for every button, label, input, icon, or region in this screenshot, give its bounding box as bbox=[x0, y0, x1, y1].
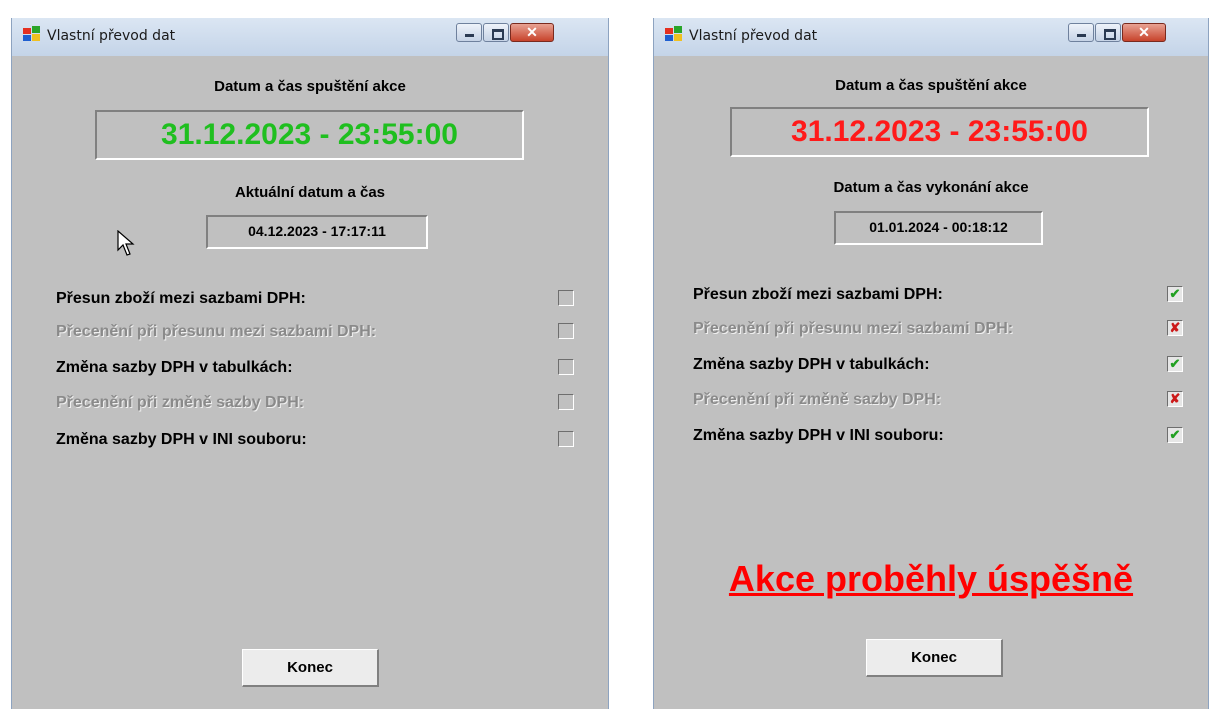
maximize-icon bbox=[1096, 24, 1120, 41]
start-datetime-display: 31.12.2023 - 23:55:00 bbox=[95, 110, 524, 160]
close-icon: ✕ bbox=[1138, 24, 1150, 40]
maximize-icon bbox=[484, 24, 508, 41]
option-label: Přecenění při přesunu mezi sazbami DPH: bbox=[693, 320, 1014, 337]
app-icon bbox=[23, 26, 40, 41]
option-checkbox[interactable] bbox=[558, 394, 574, 410]
konec-button[interactable]: Konec bbox=[242, 649, 379, 687]
mouse-cursor-icon bbox=[117, 230, 135, 256]
success-check-icon[interactable]: ✔ bbox=[1167, 286, 1183, 302]
success-check-icon[interactable]: ✔ bbox=[1167, 356, 1183, 372]
window-title: Vlastní převod dat bbox=[689, 28, 818, 44]
option-checkbox[interactable] bbox=[558, 359, 574, 375]
right-window: Vlastní převod dat ✕ Datum a čas spuštěn… bbox=[653, 18, 1209, 709]
minimize-button[interactable] bbox=[456, 23, 482, 42]
start-datetime-label: Datum a čas spuštění akce bbox=[835, 77, 1027, 94]
maximize-button[interactable] bbox=[483, 23, 509, 42]
option-label: Změna sazby DPH v INI souboru: bbox=[56, 431, 307, 448]
exec-datetime-label: Datum a čas vykonání akce bbox=[833, 179, 1029, 196]
option-label: Přecenění při změně sazby DPH: bbox=[56, 394, 305, 411]
success-check-icon[interactable]: ✔ bbox=[1167, 427, 1183, 443]
close-button[interactable]: ✕ bbox=[1122, 23, 1166, 42]
failed-cross-icon[interactable]: ✘ bbox=[1167, 320, 1183, 336]
minimize-icon bbox=[457, 24, 481, 41]
success-message: Akce proběhly úspěšně bbox=[728, 558, 1134, 599]
option-label: Přecenění při přesunu mezi sazbami DPH: bbox=[56, 323, 377, 340]
left-window: Vlastní převod dat ✕ Datum a čas spuštěn… bbox=[11, 18, 609, 709]
close-button[interactable]: ✕ bbox=[510, 23, 554, 42]
close-icon: ✕ bbox=[526, 24, 538, 40]
start-datetime-display: 31.12.2023 - 23:55:00 bbox=[730, 107, 1149, 157]
app-icon bbox=[665, 26, 682, 41]
option-label: Přesun zboží mezi sazbami DPH: bbox=[56, 290, 306, 307]
maximize-button[interactable] bbox=[1095, 23, 1121, 42]
failed-cross-icon[interactable]: ✘ bbox=[1167, 391, 1183, 407]
option-label: Změna sazby DPH v tabulkách: bbox=[56, 359, 293, 376]
option-label: Přesun zboží mezi sazbami DPH: bbox=[693, 286, 943, 303]
minimize-button[interactable] bbox=[1068, 23, 1094, 42]
title-bar[interactable]: Vlastní převod dat ✕ bbox=[12, 18, 608, 56]
title-bar[interactable]: Vlastní převod dat ✕ bbox=[654, 18, 1208, 56]
current-datetime-label: Aktuální datum a čas bbox=[234, 184, 386, 201]
start-datetime-label: Datum a čas spuštění akce bbox=[214, 78, 406, 95]
option-label: Přecenění při změně sazby DPH: bbox=[693, 391, 942, 408]
konec-button[interactable]: Konec bbox=[866, 639, 1003, 677]
option-checkbox[interactable] bbox=[558, 290, 574, 306]
option-label: Změna sazby DPH v tabulkách: bbox=[693, 356, 930, 373]
current-datetime-display: 04.12.2023 - 17:17:11 bbox=[206, 215, 428, 249]
option-label: Změna sazby DPH v INI souboru: bbox=[693, 427, 944, 444]
option-checkbox[interactable] bbox=[558, 323, 574, 339]
window-title: Vlastní převod dat bbox=[47, 28, 176, 44]
option-checkbox[interactable] bbox=[558, 431, 574, 447]
exec-datetime-display: 01.01.2024 - 00:18:12 bbox=[834, 211, 1043, 245]
minimize-icon bbox=[1069, 24, 1093, 41]
